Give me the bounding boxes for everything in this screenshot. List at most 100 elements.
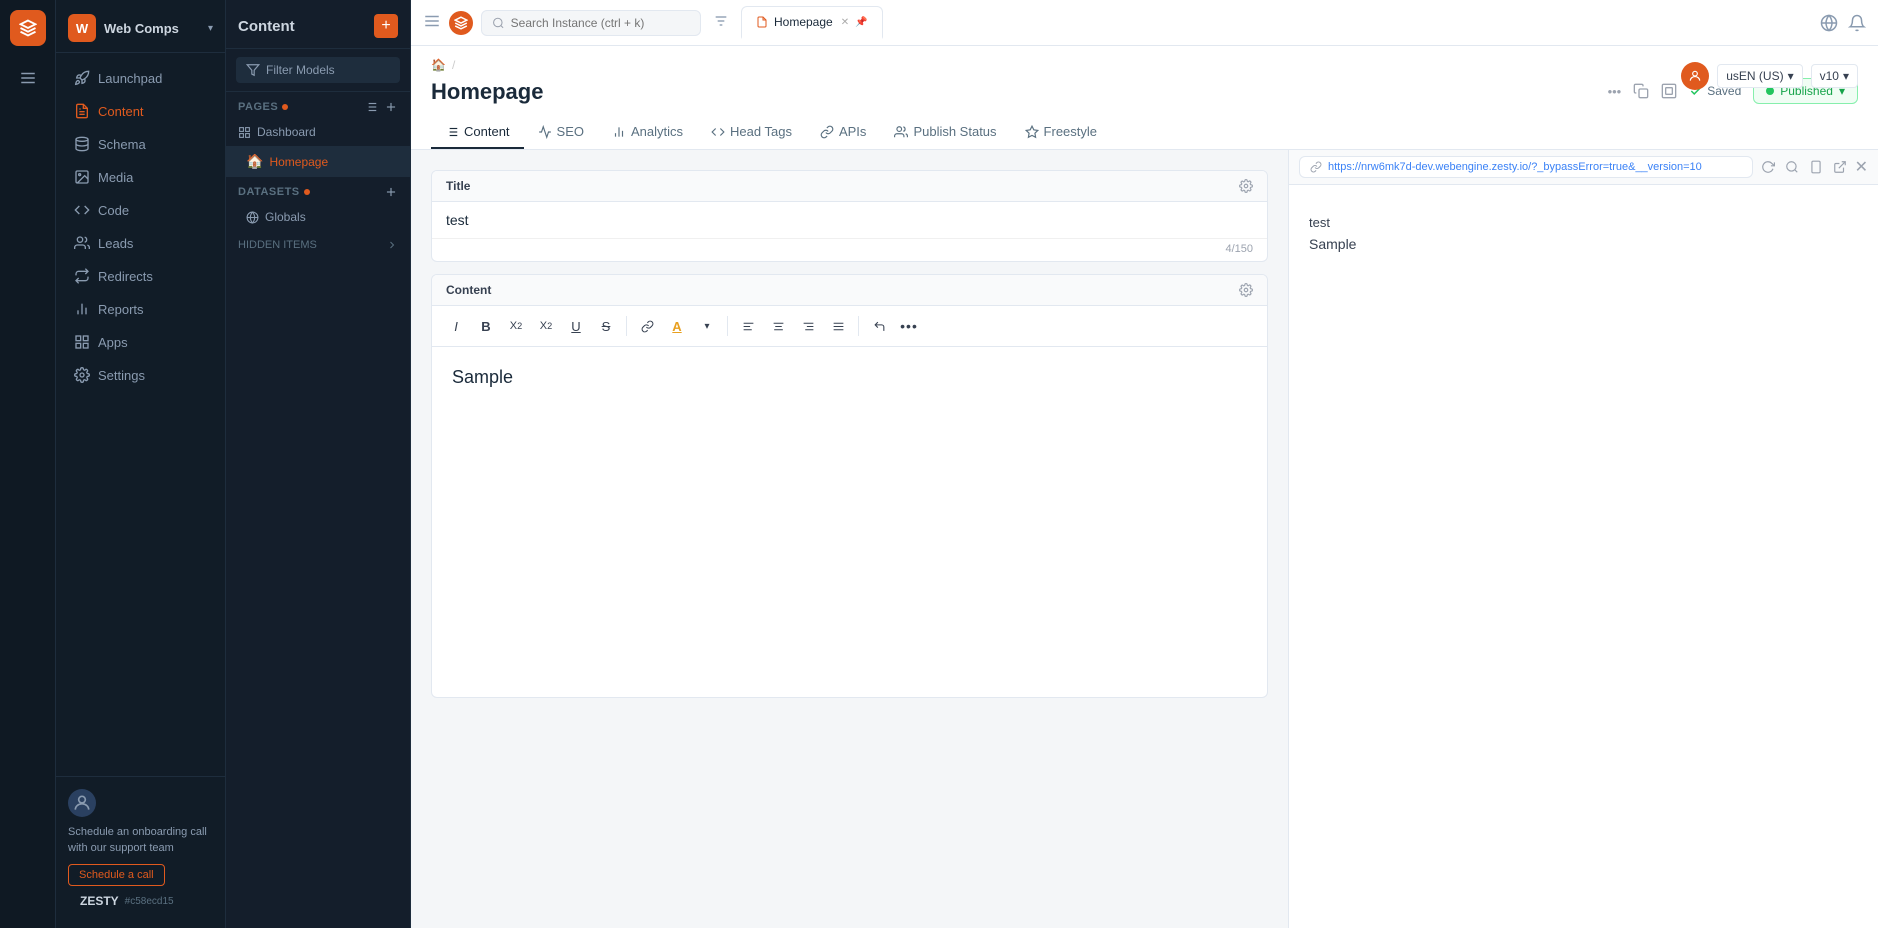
sidebar-item-settings[interactable]: Settings xyxy=(62,359,219,391)
rte-italic-button[interactable]: I xyxy=(442,312,470,340)
tab-content[interactable]: Content xyxy=(431,116,524,149)
preview-external-button[interactable] xyxy=(1831,158,1849,176)
search-bar[interactable] xyxy=(481,10,701,36)
sidebar-brand[interactable]: W Web Comps xyxy=(68,14,179,42)
tab-bar: Homepage ✕ 📌 xyxy=(737,6,1812,39)
sidebar-item-schema[interactable]: Schema xyxy=(62,128,219,160)
tab-seo[interactable]: SEO xyxy=(524,116,598,149)
page-header: 🏠 / Homepage ••• Saved Published ▾ xyxy=(411,46,1878,150)
align-center-icon xyxy=(772,320,785,333)
title-field-gear-icon[interactable] xyxy=(1239,179,1253,193)
sidebar-item-leads[interactable]: Leads xyxy=(62,227,219,259)
preview-refresh-button[interactable] xyxy=(1759,158,1777,176)
bell-icon[interactable] xyxy=(1848,14,1866,32)
rte-highlight-button[interactable]: A xyxy=(663,312,691,340)
pages-section-title: PAGES xyxy=(238,101,288,113)
sidebar-item-reports[interactable]: Reports xyxy=(62,293,219,325)
sidebar-footer: Schedule an onboarding call with our sup… xyxy=(56,776,225,928)
homepage-tree-item[interactable]: 🏠 Homepage xyxy=(226,146,410,177)
rte-justify-button[interactable] xyxy=(824,312,852,340)
sidebar-item-label-reports: Reports xyxy=(98,302,144,317)
sidebar-item-label-redirects: Redirects xyxy=(98,269,153,284)
tab-publish-status[interactable]: Publish Status xyxy=(880,116,1010,149)
sidebar-item-apps[interactable]: Apps xyxy=(62,326,219,358)
copy-icon[interactable] xyxy=(1633,83,1649,99)
rte-align-left-button[interactable] xyxy=(734,312,762,340)
rte-separator-2 xyxy=(727,316,728,336)
rte-underline-button[interactable]: U xyxy=(562,312,590,340)
align-left-icon xyxy=(742,320,755,333)
breadcrumb-home[interactable]: 🏠 xyxy=(431,58,446,72)
more-options-icon[interactable]: ••• xyxy=(1608,84,1622,99)
rte-more-button[interactable]: ••• xyxy=(895,312,923,340)
tab-freestyle[interactable]: Freestyle xyxy=(1011,116,1111,149)
rail-menu-icon[interactable] xyxy=(8,58,48,98)
settings-icon xyxy=(74,367,90,383)
sidebar-item-content[interactable]: Content xyxy=(62,95,219,127)
globals-item[interactable]: Globals xyxy=(226,203,410,231)
tab-analytics-label: Analytics xyxy=(631,124,683,139)
sidebar-item-redirects[interactable]: Redirects xyxy=(62,260,219,292)
tab-head-tags[interactable]: Head Tags xyxy=(697,116,806,149)
topbar-right xyxy=(1820,14,1866,32)
globe-icon[interactable] xyxy=(1820,14,1838,32)
sidebar-item-label-code: Code xyxy=(98,203,129,218)
rte-superscript-button[interactable]: X2 xyxy=(532,312,560,340)
topbar-filter-icon[interactable] xyxy=(713,13,729,32)
dashboard-icon xyxy=(238,126,251,139)
dashboard-item[interactable]: Dashboard xyxy=(226,118,410,146)
preview-zoom-button[interactable] xyxy=(1783,158,1801,176)
search-input[interactable] xyxy=(511,16,690,30)
version-selector[interactable]: v10 ▾ xyxy=(1811,64,1858,88)
content-tab-icon xyxy=(445,125,459,139)
preview-mobile-button[interactable] xyxy=(1807,158,1825,176)
frame-icon[interactable] xyxy=(1661,83,1677,99)
preview-close-button[interactable]: ✕ xyxy=(1855,157,1868,177)
hidden-items-section[interactable]: HIDDEN ITEMS xyxy=(226,231,410,259)
content-panel: Content + Filter Models PAGES Dashboard … xyxy=(226,0,411,928)
sidebar-item-code[interactable]: Code xyxy=(62,194,219,226)
tab-analytics[interactable]: Analytics xyxy=(598,116,697,149)
locale-label: usEN (US) xyxy=(1726,69,1783,83)
rte-align-right-button[interactable] xyxy=(794,312,822,340)
zoom-icon xyxy=(1785,160,1799,174)
datasets-badge xyxy=(304,189,310,195)
rte-undo-button[interactable] xyxy=(865,312,893,340)
locale-chevron: ▾ xyxy=(1788,69,1794,83)
sidebar-item-launchpad[interactable]: Launchpad xyxy=(62,62,219,94)
tab-homepage[interactable]: Homepage ✕ 📌 xyxy=(741,6,883,39)
pages-add-icon[interactable] xyxy=(384,100,398,114)
add-content-button[interactable]: + xyxy=(374,14,398,38)
locale-selector[interactable]: usEN (US) ▾ xyxy=(1717,64,1802,88)
preview-content: test Sample xyxy=(1289,185,1878,928)
topbar-menu-icon[interactable] xyxy=(423,12,441,33)
rte-content-area[interactable]: Sample xyxy=(432,347,1267,697)
rte-strikethrough-button[interactable]: S xyxy=(592,312,620,340)
schedule-call-button[interactable]: Schedule a call xyxy=(68,864,165,886)
filter-models-button[interactable]: Filter Models xyxy=(236,57,400,83)
tab-apis[interactable]: APIs xyxy=(806,116,880,149)
rte-content-value: Sample xyxy=(452,367,513,387)
datasets-add-icon[interactable] xyxy=(384,185,398,199)
link-icon xyxy=(641,320,654,333)
rte-highlight-dropdown-button[interactable]: ▾ xyxy=(693,312,721,340)
tab-close-icon[interactable]: ✕ xyxy=(841,17,849,28)
rocket-icon xyxy=(74,70,90,86)
rte-bold-button[interactable]: B xyxy=(472,312,500,340)
schedule-prompt: Schedule an onboarding call with our sup… xyxy=(68,825,213,856)
content-field-gear-icon[interactable] xyxy=(1239,283,1253,297)
page-tabs: Content SEO Analytics Head Tags APIs Pub… xyxy=(431,116,1858,149)
breadcrumb-separator: / xyxy=(452,58,455,72)
sidebar-chevron-icon[interactable]: ▾ xyxy=(208,23,213,34)
app-logo[interactable] xyxy=(10,10,46,46)
rte-align-center-button[interactable] xyxy=(764,312,792,340)
tab-pin-icon[interactable]: 📌 xyxy=(855,17,867,28)
title-field-input[interactable] xyxy=(432,202,1267,238)
pages-list-icon[interactable] xyxy=(364,100,378,114)
dashboard-label: Dashboard xyxy=(257,125,316,139)
homepage-label: Homepage xyxy=(269,155,328,169)
sidebar-item-media[interactable]: Media xyxy=(62,161,219,193)
seo-tab-icon xyxy=(538,125,552,139)
rte-subscript-button[interactable]: X2 xyxy=(502,312,530,340)
rte-link-button[interactable] xyxy=(633,312,661,340)
